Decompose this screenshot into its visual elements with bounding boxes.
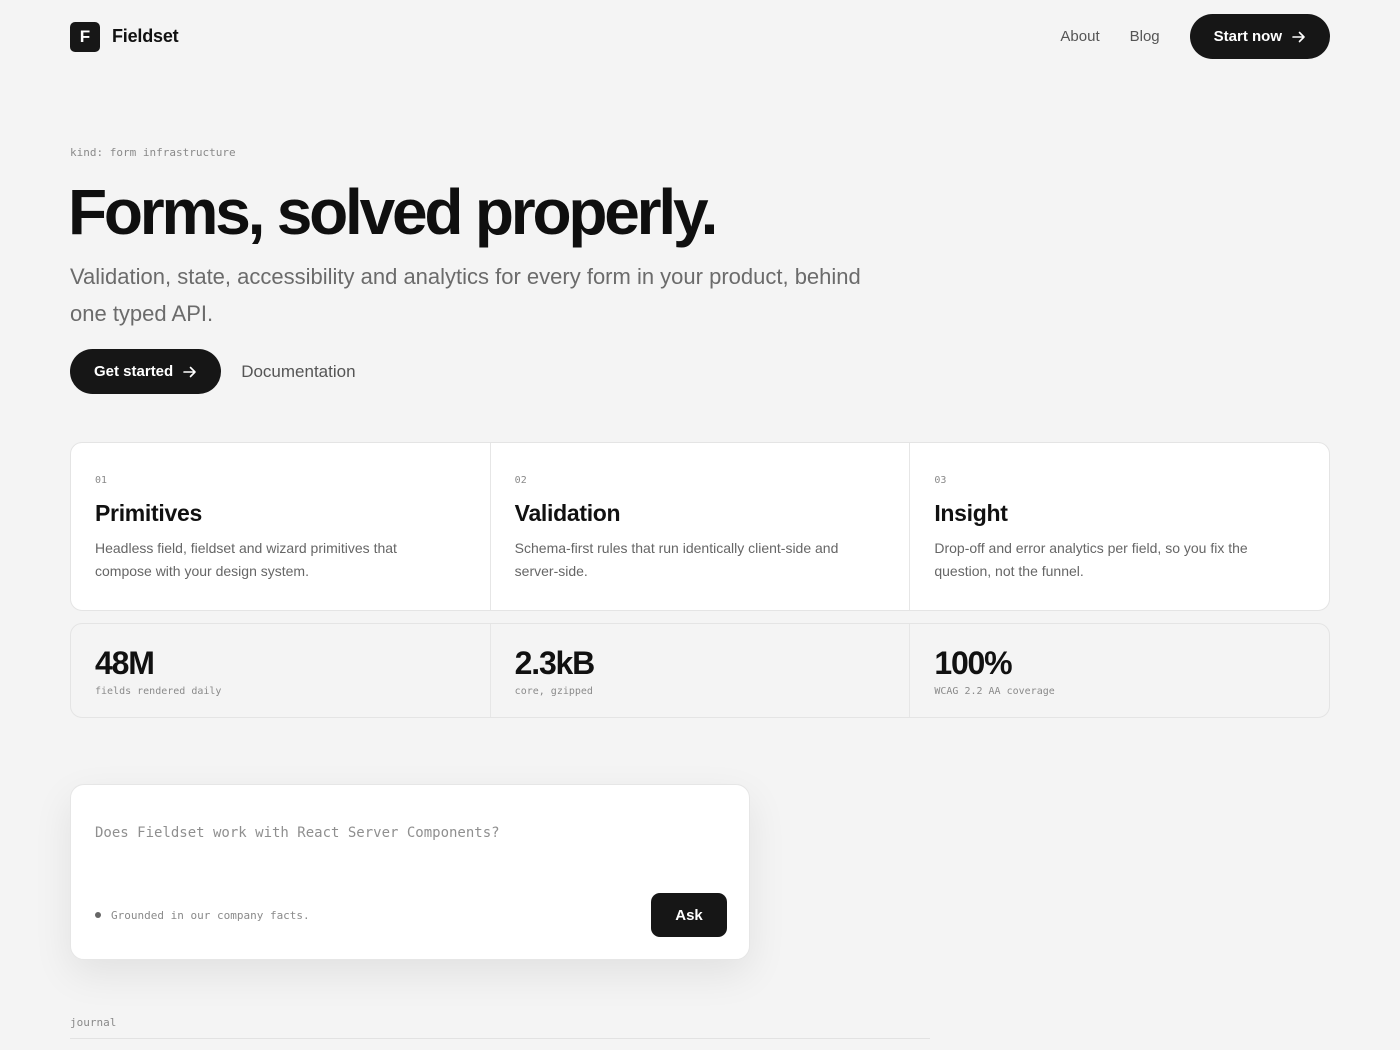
feature-title: Validation	[514, 500, 621, 526]
feature-card: 02 Validation Schema-first rules that ru…	[491, 443, 911, 610]
stat-value: 100%	[934, 645, 1012, 681]
hero-subtitle: Validation, state, accessibility and ana…	[70, 264, 861, 326]
dot-icon	[95, 912, 101, 918]
start-now-label: Start now	[1213, 28, 1282, 45]
hero-actions: Get started Documentation	[70, 349, 356, 394]
feature-number: 03	[934, 475, 947, 486]
site-header: F Fieldset About Blog Start now	[70, 14, 1330, 59]
stat-value: 48M	[95, 645, 155, 681]
stat-label: fields rendered daily	[95, 686, 222, 697]
arrow-right-icon	[183, 366, 197, 377]
brand[interactable]: F Fieldset	[70, 21, 179, 52]
kind-label: kind: form infrastructure	[70, 146, 236, 159]
feature-number: 02	[514, 475, 527, 486]
logo-icon: F	[70, 21, 100, 52]
documentation-link[interactable]: Documentation	[241, 362, 355, 382]
ask-box: Grounded in our company facts. Ask	[70, 784, 750, 960]
stats-row: 48M fields rendered daily 2.3kB core, gz…	[70, 623, 1330, 718]
feature-title: Primitives	[95, 500, 202, 526]
feature-description: Drop-off and error analytics per field, …	[934, 540, 1248, 579]
ask-footer: Grounded in our company facts. Ask	[95, 893, 727, 937]
top-nav: About Blog Start now	[1060, 14, 1330, 59]
stat-item: 2.3kB core, gzipped	[491, 624, 911, 717]
start-now-button[interactable]: Start now	[1189, 14, 1330, 59]
hero-title: Forms, solved properly.	[68, 176, 718, 248]
feature-number: 01	[95, 475, 108, 486]
brand-name: Fieldset	[112, 26, 179, 46]
feature-description: Schema-first rules that run identically …	[514, 540, 839, 579]
get-started-button[interactable]: Get started	[70, 349, 222, 394]
nav-link-about[interactable]: About	[1060, 28, 1099, 45]
feature-card: 03 Insight Drop-off and error analytics …	[910, 443, 1329, 610]
journal-label: journal	[70, 1016, 117, 1029]
feature-title: Insight	[934, 500, 1008, 526]
grounded-note: Grounded in our company facts.	[95, 909, 310, 922]
stat-value: 2.3kB	[514, 645, 596, 681]
ask-button[interactable]: Ask	[651, 893, 727, 937]
stat-label: core, gzipped	[514, 686, 593, 697]
page: F Fieldset About Blog Start now kind: fo…	[0, 0, 1400, 1050]
stat-item: 48M fields rendered daily	[71, 624, 491, 717]
ask-input[interactable]	[95, 825, 725, 841]
nav-link-blog[interactable]: Blog	[1130, 28, 1160, 45]
feature-description: Headless field, fieldset and wizard prim…	[95, 540, 397, 579]
get-started-label: Get started	[94, 363, 174, 380]
journal-divider	[70, 1038, 930, 1039]
stat-item: 100% WCAG 2.2 AA coverage	[910, 624, 1329, 717]
feature-grid: 01 Primitives Headless field, fieldset a…	[70, 442, 1330, 611]
feature-card: 01 Primitives Headless field, fieldset a…	[71, 443, 491, 610]
grounded-note-text: Grounded in our company facts.	[111, 908, 310, 922]
stat-label: WCAG 2.2 AA coverage	[934, 686, 1055, 697]
arrow-right-icon	[1292, 31, 1305, 42]
